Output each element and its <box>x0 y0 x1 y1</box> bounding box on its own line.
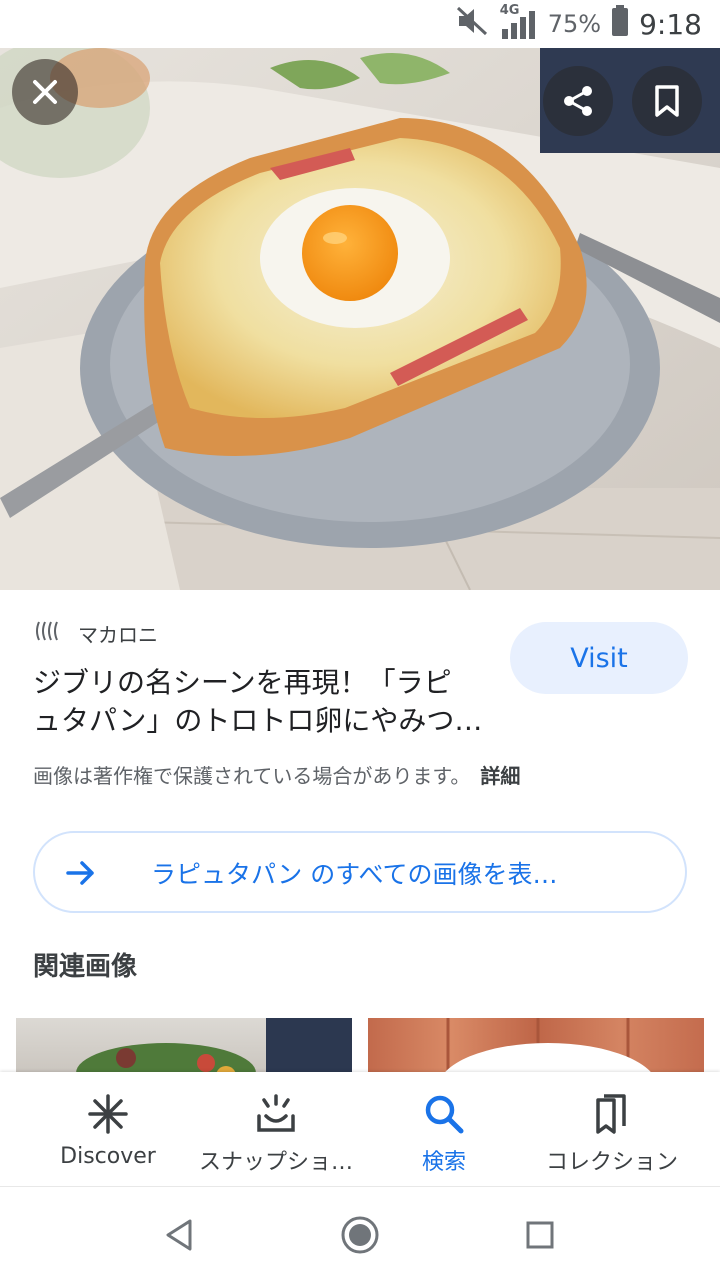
back-triangle-icon <box>166 1219 192 1251</box>
signal-icon: 4G <box>500 3 538 41</box>
copyright-notice: 画像は著作権で保護されている場合があります。 詳細 <box>33 760 520 789</box>
nav-discover[interactable]: Discover <box>28 1072 188 1186</box>
nav-search-label: 検索 <box>421 1150 466 1175</box>
home-circle-icon <box>341 1216 379 1254</box>
toast-photo <box>0 48 720 590</box>
bookmark-icon <box>655 85 679 117</box>
plate-thumbnail <box>440 1018 656 1078</box>
source-name: マカロニ <box>78 622 158 647</box>
see-all-images-button[interactable]: ラピュタパン のすべての画像を表… <box>33 831 687 913</box>
nav-collection-label: コレクション <box>545 1150 678 1175</box>
recents-square-icon <box>526 1221 554 1249</box>
title-line-2: ュタパン」のトロトロ卵にやみつ… <box>33 704 483 737</box>
share-button[interactable] <box>543 66 613 136</box>
see-all-images-label: ラピュタパン のすべての画像を表… <box>151 860 558 889</box>
details-link[interactable]: 詳細 <box>480 764 520 788</box>
nav-collection[interactable]: コレクション <box>528 1072 696 1186</box>
system-home-button[interactable] <box>336 1211 384 1259</box>
clock: 9:18 <box>639 7 702 41</box>
battery-percent: 75% <box>547 10 602 38</box>
search-icon <box>422 1092 466 1136</box>
bookmark-button[interactable] <box>632 66 702 136</box>
share-icon <box>564 86 592 116</box>
visit-button[interactable]: Visit <box>510 622 688 694</box>
related-images-heading: 関連画像 <box>33 952 138 982</box>
asterisk-icon <box>86 1092 130 1136</box>
nav-search[interactable]: 検索 <box>364 1072 524 1186</box>
system-back-button[interactable] <box>156 1211 204 1259</box>
salad-thumbnail <box>76 1018 352 1078</box>
related-image-thumb[interactable] <box>368 1018 704 1078</box>
arrow-right-icon <box>65 857 97 893</box>
source-row[interactable]: マカロニ <box>34 618 158 648</box>
bottom-navigation: Discover スナップショ… 検索 コレクション <box>0 1072 720 1186</box>
copyright-text: 画像は著作権で保護されている場合があります。 <box>33 764 471 788</box>
snapshot-icon <box>254 1092 298 1136</box>
mute-icon <box>456 6 490 43</box>
nav-snapshot[interactable]: スナップショ… <box>190 1072 362 1186</box>
system-recents-button[interactable] <box>516 1211 564 1259</box>
status-bar: 4G 75% 9:18 <box>0 0 720 48</box>
result-title[interactable]: ジブリの名シーンを再現！「ラピ ュタパン」のトロトロ卵にやみつ… <box>33 664 493 740</box>
battery-icon <box>611 4 629 44</box>
title-line-1: ジブリの名シーンを再現！「ラピ <box>33 666 452 699</box>
nav-discover-label: Discover <box>60 1144 156 1169</box>
close-button[interactable] <box>12 59 78 125</box>
hero-image[interactable] <box>0 48 720 590</box>
source-logo-icon <box>34 619 64 647</box>
close-icon <box>33 80 57 104</box>
system-navigation-bar <box>0 1186 720 1280</box>
nav-snapshot-label: スナップショ… <box>198 1150 353 1175</box>
related-image-thumb[interactable] <box>16 1018 352 1078</box>
status-icons: 4G 75% 9:18 <box>456 3 702 44</box>
collection-icon <box>590 1092 634 1136</box>
